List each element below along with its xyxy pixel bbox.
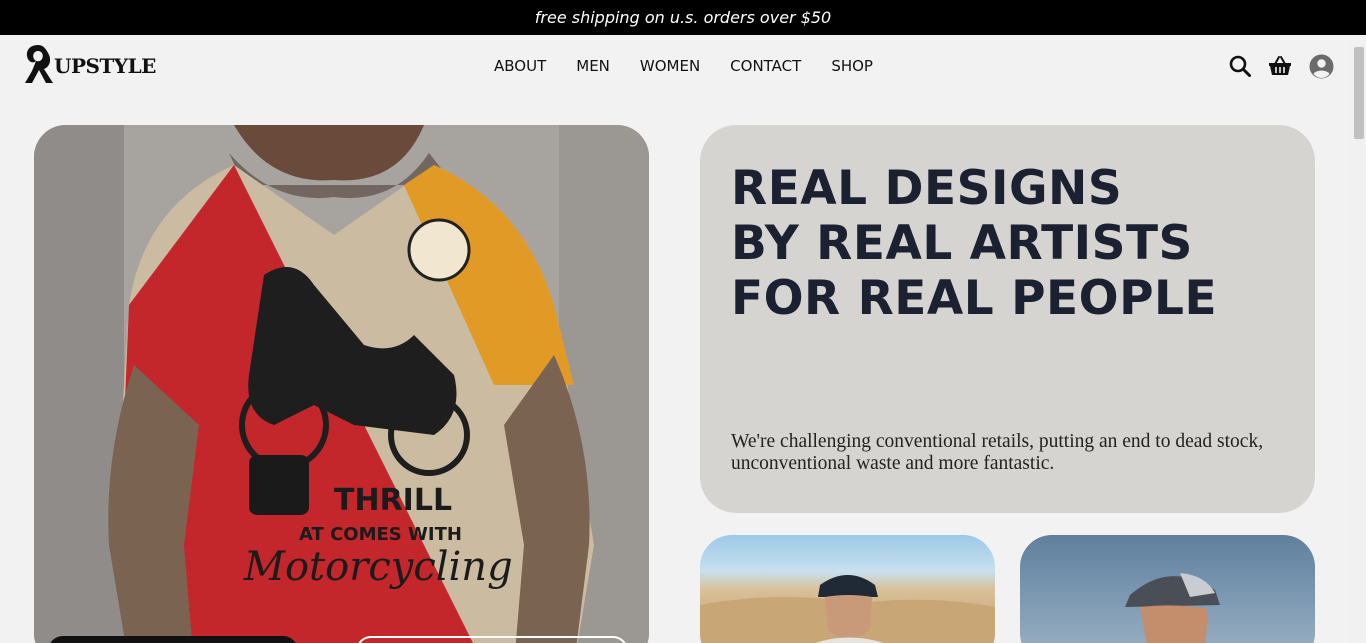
hero-subtext: We're challenging conventional retails, … — [731, 431, 1264, 474]
svg-text:AT COMES WITH: AT COMES WITH — [299, 524, 462, 545]
search-icon[interactable] — [1229, 55, 1251, 77]
brand-logo[interactable]: UPSTYLE — [22, 43, 156, 85]
nav-shop[interactable]: SHOP — [831, 57, 873, 75]
product-thumb-desert[interactable] — [700, 535, 995, 643]
hero-headline: REAL DESIGNS BY REAL ARTISTS FOR REAL PE… — [731, 161, 1217, 326]
svg-text:THRILL: THRILL — [334, 483, 452, 518]
nav-about[interactable]: ABOUT — [494, 57, 546, 75]
main-nav: ABOUT MEN WOMEN CONTACT SHOP — [494, 35, 873, 97]
account-icon[interactable] — [1309, 54, 1334, 79]
nav-women[interactable]: WOMEN — [640, 57, 700, 75]
nav-contact[interactable]: CONTACT — [730, 57, 801, 75]
hero-image: THRILL AT COMES WITH Motorcycling — [34, 125, 649, 643]
hero-secondary-button[interactable] — [356, 636, 628, 643]
page-scrollbar[interactable] — [1350, 35, 1366, 643]
brand-name: UPSTYLE — [54, 54, 156, 78]
headline-line-3: FOR REAL PEOPLE — [731, 271, 1218, 326]
site-header: UPSTYLE ABOUT MEN WOMEN CONTACT SHOP — [0, 35, 1350, 97]
logo-mark-icon — [25, 45, 53, 83]
header-icons — [1229, 35, 1334, 97]
hero-primary-button[interactable] — [48, 636, 298, 643]
basket-icon[interactable] — [1268, 55, 1292, 77]
announcement-text: free shipping on u.s. orders over $50 — [534, 8, 832, 27]
announcement-bar: free shipping on u.s. orders over $50 — [0, 0, 1366, 35]
headline-line-2: BY REAL ARTISTS — [731, 216, 1193, 271]
nav-men[interactable]: MEN — [576, 57, 610, 75]
scrollbar-thumb[interactable] — [1354, 47, 1364, 139]
svg-text:Motorcycling: Motorcycling — [243, 544, 513, 590]
headline-line-1: REAL DESIGNS — [731, 161, 1123, 216]
product-thumb-cap[interactable] — [1020, 535, 1315, 643]
